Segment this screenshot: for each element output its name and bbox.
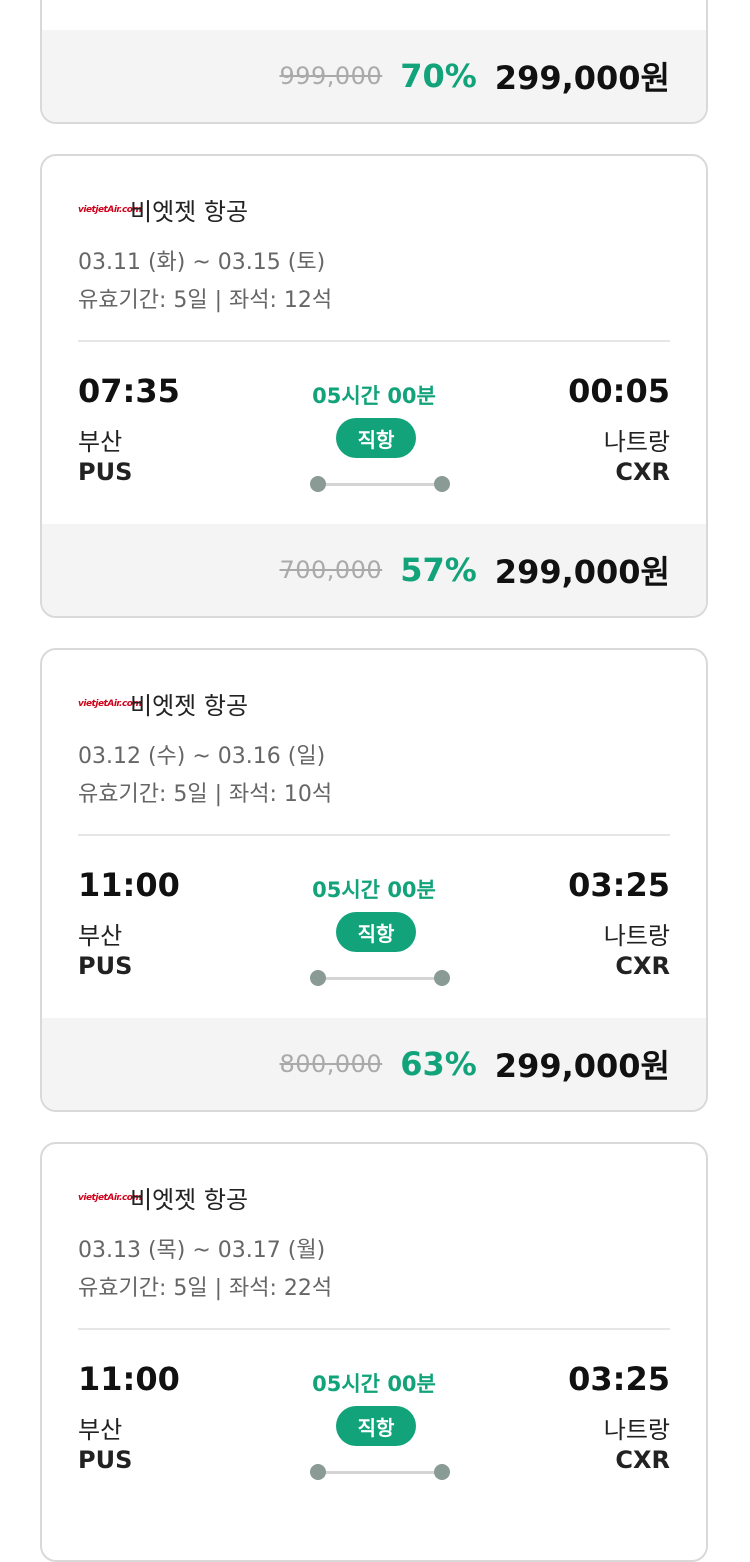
- route-bar: [318, 1471, 442, 1474]
- travel-dates: 03.12 (수) ~ 03.16 (일): [78, 744, 326, 769]
- airline-logo: vietjetAir.com: [78, 698, 142, 709]
- arrival-time: 03:25: [568, 866, 670, 904]
- discount-rate: 63%: [400, 1045, 477, 1083]
- airline-logo: vietjetAir.com: [78, 204, 142, 215]
- divider: [78, 1328, 670, 1330]
- direct-flight-badge: 직항: [336, 1406, 416, 1446]
- flight-card[interactable]: vietjetAir.com 비엣젯 항공 03.11 (화) ~ 03.15 …: [40, 154, 708, 618]
- flight-card[interactable]: vietjetAir.com 비엣젯 항공 03.13 (목) ~ 03.17 …: [40, 1142, 708, 1562]
- origin-dot: [310, 970, 326, 986]
- arrival-time: 00:05: [568, 372, 670, 410]
- origin-dot: [310, 1464, 326, 1480]
- destination-dot: [434, 476, 450, 492]
- route-line: [310, 474, 450, 494]
- destination-dot: [434, 1464, 450, 1480]
- airline-row: vietjetAir.com 비엣젯 항공: [78, 192, 248, 227]
- departure-city: 부산: [78, 1416, 123, 1444]
- arrival-code: CXR: [615, 952, 670, 980]
- airline-name: 비엣젯 항공: [130, 1186, 249, 1214]
- arrival-city: 나트랑: [603, 428, 670, 456]
- travel-dates: 03.13 (목) ~ 03.17 (월): [78, 1238, 326, 1263]
- validity-seats: 유효기간: 5일 | 좌석: 22석: [78, 1276, 333, 1301]
- airline-row: vietjetAir.com 비엣젯 항공: [78, 1180, 248, 1215]
- airline-name: 비엣젯 항공: [130, 198, 249, 226]
- price-bar: 999,000 70% 299,000원: [42, 30, 706, 122]
- original-price: 800,000: [279, 1050, 383, 1078]
- airline-name: 비엣젯 항공: [130, 692, 249, 720]
- direct-flight-badge: 직항: [336, 912, 416, 952]
- original-price: 700,000: [279, 556, 383, 584]
- route-bar: [318, 977, 442, 980]
- validity-seats: 유효기간: 5일 | 좌석: 12석: [78, 288, 333, 313]
- arrival-city: 나트랑: [603, 922, 670, 950]
- route-line: [310, 968, 450, 988]
- original-price: 999,000: [279, 62, 383, 90]
- price-bar: 700,000 57% 299,000원: [42, 524, 706, 616]
- discount-rate: 70%: [400, 57, 477, 95]
- price-bar: 800,000 63% 299,000원: [42, 1018, 706, 1110]
- arrival-time: 03:25: [568, 1360, 670, 1398]
- departure-city: 부산: [78, 922, 123, 950]
- destination-dot: [434, 970, 450, 986]
- travel-dates: 03.11 (화) ~ 03.15 (토): [78, 250, 326, 275]
- divider: [78, 834, 670, 836]
- arrival-code: CXR: [615, 458, 670, 486]
- origin-dot: [310, 476, 326, 492]
- arrival-code: CXR: [615, 1446, 670, 1474]
- direct-flight-badge: 직항: [336, 418, 416, 458]
- airline-logo: vietjetAir.com: [78, 1192, 142, 1203]
- route-line: [310, 1462, 450, 1482]
- arrival-city: 나트랑: [603, 1416, 670, 1444]
- departure-city: 부산: [78, 428, 123, 456]
- departure-code: PUS: [78, 458, 133, 486]
- sale-price: 299,000원: [494, 1047, 670, 1085]
- validity-seats: 유효기간: 5일 | 좌석: 10석: [78, 782, 333, 807]
- sale-price: 299,000원: [494, 553, 670, 591]
- sale-price: 299,000원: [494, 59, 670, 97]
- airline-row: vietjetAir.com 비엣젯 항공: [78, 686, 248, 721]
- route-bar: [318, 483, 442, 486]
- divider: [78, 340, 670, 342]
- flight-card[interactable]: 999,000 70% 299,000원: [40, 0, 708, 124]
- departure-code: PUS: [78, 1446, 133, 1474]
- discount-rate: 57%: [400, 551, 477, 589]
- departure-code: PUS: [78, 952, 133, 980]
- flight-card[interactable]: vietjetAir.com 비엣젯 항공 03.12 (수) ~ 03.16 …: [40, 648, 708, 1112]
